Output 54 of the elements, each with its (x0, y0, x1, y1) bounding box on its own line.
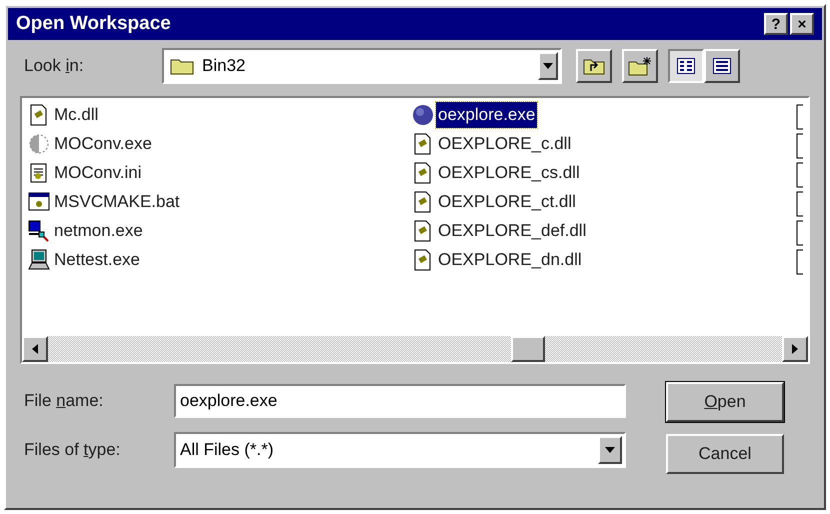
details-view-button[interactable] (704, 49, 740, 83)
file-item[interactable]: OEXPLORE_def.dll (436, 218, 588, 244)
up-folder-button[interactable] (576, 49, 612, 83)
look-in-dropdown[interactable]: Bin32 (162, 48, 562, 84)
dialog-button[interactable]: Cancel (666, 434, 784, 474)
file-type-dropdown[interactable]: All Files (*.*) (174, 432, 626, 468)
scroll-thumb[interactable] (511, 336, 545, 362)
folder-up-icon (583, 57, 605, 75)
file-item[interactable]: Nettest.exe (52, 247, 142, 273)
window-title: Open Workspace (16, 12, 171, 36)
horizontal-scrollbar[interactable] (22, 336, 808, 362)
look-in-label: Look in: (24, 55, 85, 78)
dropdown-button[interactable] (538, 52, 558, 80)
partial-file-icon (796, 249, 804, 275)
left-arrow-icon (32, 344, 38, 354)
look-in-value: Bin32 (202, 55, 246, 78)
file-item[interactable]: OEXPLORE_dn.dll (436, 247, 584, 273)
new-folder-button[interactable] (622, 49, 658, 83)
caret-icon (605, 447, 615, 453)
partial-file-icon (796, 104, 804, 130)
file-name-label: File name: (24, 390, 104, 412)
file-type-value: All Files (*.*) (180, 439, 275, 462)
help-button[interactable]: ? (764, 13, 788, 35)
file-item[interactable]: OEXPLORE_c.dll (436, 131, 574, 157)
file-item[interactable]: OEXPLORE_ct.dll (436, 189, 578, 215)
monitor-magnifier-icon (28, 220, 50, 242)
window-icon (28, 191, 50, 213)
list-view-button[interactable] (668, 49, 704, 83)
caret-icon (543, 63, 553, 69)
sphere-icon (412, 104, 434, 126)
close-button[interactable]: × (790, 13, 814, 35)
partial-file-icon (796, 220, 804, 246)
new-folder-icon (628, 56, 652, 76)
default-button[interactable]: Open (666, 382, 784, 422)
dropdown-button[interactable] (598, 436, 622, 464)
partial-file-icon (796, 133, 804, 159)
scroll-right-button[interactable] (782, 336, 808, 362)
file-item[interactable]: netmon.exe (52, 218, 145, 244)
globe-icon (28, 133, 50, 155)
computer-icon (28, 249, 50, 271)
list-view-icon (677, 58, 695, 74)
file-item[interactable]: Mc.dll (52, 102, 100, 128)
right-arrow-icon (792, 344, 798, 354)
scroll-left-button[interactable] (22, 336, 48, 362)
file-item[interactable]: MOConv.exe (52, 131, 154, 157)
file-item[interactable]: MOConv.ini (52, 160, 144, 186)
file-name-field[interactable]: oexplore.exe (174, 384, 626, 418)
file-item[interactable]: MSVCMAKE.bat (52, 189, 182, 215)
partial-file-icon (796, 191, 804, 217)
file-item[interactable]: oexplore.exe (436, 102, 538, 128)
details-view-icon (713, 58, 731, 74)
partial-file-icon (796, 162, 804, 188)
file-type-label: Files of type: (24, 439, 122, 462)
file-item[interactable]: OEXPLORE_cs.dll (436, 160, 582, 186)
